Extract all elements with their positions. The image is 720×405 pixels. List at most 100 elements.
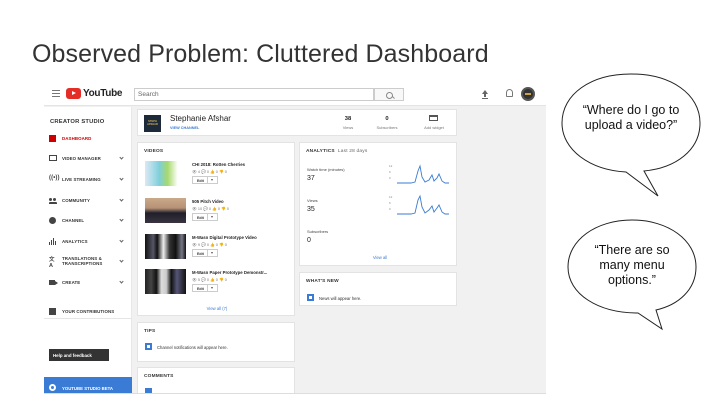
metric-value: 0 [307, 237, 311, 244]
tips-header: TIPS [144, 329, 156, 334]
video-thumbnail[interactable] [145, 198, 186, 223]
sidebar-item-live-streaming[interactable]: ((•)) LIVE STREAMING [44, 173, 132, 187]
video-title[interactable]: 505 Pitch Video [192, 199, 224, 204]
sidebar-item-label: ANALYTICS [62, 239, 88, 244]
chevron-down-icon[interactable] [119, 238, 124, 243]
sidebar-item-label: VIDEO MANAGER [62, 156, 101, 161]
sidebar-item-label: LIVE STREAMING [62, 177, 101, 182]
upload-icon[interactable] [482, 90, 488, 99]
whats-new-card: WHAT'S NEW News will appear here. [299, 272, 457, 306]
sidebar-item-community[interactable]: COMMUNITY [44, 194, 132, 208]
dropdown-arrow-icon[interactable] [211, 287, 213, 289]
add-widget-label[interactable]: Add widget [419, 125, 449, 130]
chevron-down-icon[interactable] [119, 217, 124, 222]
comments-header: COMMENTS [144, 374, 174, 379]
views-metric[interactable]: Views 35 12 6 0 [307, 194, 452, 224]
tips-note-text: Channel notifications will appear here. [157, 344, 228, 350]
video-thumbnail[interactable] [145, 234, 186, 259]
channel-name: Stephanie Afshar [170, 114, 231, 123]
video-stats: 👁 4 💬 0 👍 0 👎 0 [192, 170, 227, 174]
views-sparkline [397, 194, 449, 215]
analytics-period: Last 28 days [337, 149, 368, 154]
add-widget-icon[interactable] [429, 115, 438, 121]
sidebar-item-your-contributions[interactable]: YOUR CONTRIBUTIONS [44, 305, 132, 319]
sidebar-item-label: YOUR CONTRIBUTIONS [62, 309, 115, 314]
edit-button[interactable]: Edit [192, 284, 218, 292]
channel-thumbnail[interactable]: STEPH AFSHAR [144, 115, 161, 132]
sidebar-item-translations[interactable]: 文A TRANSLATIONS & TRANSCRIPTIONS [44, 253, 132, 271]
analytics-view-all-link[interactable]: View all [350, 255, 410, 260]
top-bar: YouTube Search [44, 84, 546, 106]
video-thumbnail[interactable] [145, 269, 186, 294]
metric-value: 37 [307, 175, 315, 182]
account-avatar[interactable] [521, 87, 535, 101]
view-channel-link[interactable]: VIEW CHANNEL [170, 126, 199, 130]
subscribers-label: Subscribers [376, 125, 398, 130]
metric-label: Views [307, 198, 318, 203]
video-item[interactable]: M-Wasn Digital Prototype Video 👁 9 💬 0 👍… [145, 234, 295, 262]
sidebar-item-channel[interactable]: CHANNEL [44, 214, 132, 228]
search-button[interactable] [374, 88, 404, 101]
notifications-bell-icon[interactable] [506, 89, 513, 97]
hamburger-menu-icon[interactable] [52, 90, 60, 97]
sidebar-item-label: CHANNEL [62, 218, 85, 223]
metric-label: Subscribers [307, 229, 329, 234]
channel-card: STEPH AFSHAR Stephanie Afshar VIEW CHANN… [137, 109, 457, 136]
sidebar-item-video-manager[interactable]: VIDEO MANAGER [44, 152, 132, 166]
chevron-down-icon[interactable] [119, 258, 124, 263]
video-stats: 👁 9 💬 0 👍 0 👎 0 [192, 243, 227, 247]
slide-title: Observed Problem: Cluttered Dashboard [32, 40, 489, 68]
edit-label: Edit [197, 178, 204, 183]
whats-new-note-text: News will appear here. [319, 295, 362, 301]
comment-icon [145, 388, 152, 393]
edit-button[interactable]: Edit [192, 213, 218, 221]
video-thumbnail[interactable] [145, 161, 186, 186]
edit-label: Edit [197, 215, 204, 220]
watch-time-metric[interactable]: Watch time (minutes) 37 12 6 0 [307, 164, 452, 193]
subscribers-metric[interactable]: Subscribers 0 [307, 229, 452, 255]
youtube-studio-beta-button[interactable]: YOUTUBE STUDIO BETA [44, 377, 132, 393]
dropdown-arrow-icon[interactable] [211, 179, 213, 181]
dashboard-icon [49, 135, 56, 142]
edit-button[interactable]: Edit [192, 176, 218, 184]
sidebar-item-label: COMMUNITY [62, 198, 90, 203]
video-item[interactable]: 505 Pitch Video 👁 10 💬 0 👍 0 👎 0 Edit [145, 198, 295, 226]
videos-card: VIDEOS CHI 2018: Rotten Cherries 👁 4 💬 0… [137, 142, 295, 316]
sidebar-item-label: CREATE [62, 280, 81, 285]
search-input[interactable]: Search [134, 88, 374, 101]
dropdown-arrow-icon[interactable] [211, 216, 213, 218]
sidebar-item-analytics[interactable]: ANALYTICS [44, 235, 132, 249]
video-title[interactable]: M-Wasn Paper Prototype Demonstr... [192, 270, 267, 275]
youtube-logo-icon[interactable] [66, 88, 81, 99]
youtube-studio-screenshot: YouTube Search CREATOR STUDIO DASHBOARD … [44, 84, 546, 394]
subscribers-stat: 0 Subscribers [372, 116, 402, 130]
speech-bubble-upload: “Where do I go to upload a video?” [556, 70, 706, 200]
subscribers-count: 0 [385, 116, 389, 122]
video-title[interactable]: CHI 2018: Rotten Cherries [192, 162, 245, 167]
edit-button[interactable]: Edit [192, 249, 218, 257]
video-item[interactable]: M-Wasn Paper Prototype Demonstr... 👁 5 💬… [145, 269, 295, 297]
metric-label: Watch time (minutes) [307, 167, 345, 172]
sidebar-item-create[interactable]: CREATE [44, 276, 132, 290]
comments-card: COMMENTS [137, 367, 295, 393]
sidebar-item-dashboard[interactable]: DASHBOARD [44, 132, 132, 146]
help-feedback-button[interactable]: Help and feedback [49, 349, 109, 361]
chevron-down-icon[interactable] [119, 197, 124, 202]
video-item[interactable]: CHI 2018: Rotten Cherries 👁 4 💬 0 👍 0 👎 … [145, 161, 295, 189]
analytics-title: ANALYTICS [306, 149, 335, 154]
video-title[interactable]: M-Wasn Digital Prototype Video [192, 235, 257, 240]
speech-bubble-menu-text: “There are so many menu options.” [594, 243, 670, 287]
chevron-down-icon[interactable] [119, 155, 124, 160]
video-stats: 👁 10 💬 0 👍 0 👎 0 [192, 207, 229, 211]
chevron-down-icon[interactable] [119, 176, 124, 181]
channel-icon [49, 217, 56, 224]
youtube-logo-text[interactable]: YouTube [83, 88, 123, 99]
news-icon [307, 294, 314, 301]
views-count: 38 [344, 116, 352, 122]
edit-label: Edit [197, 251, 204, 256]
community-icon [49, 197, 57, 204]
videos-view-all-link[interactable]: View all (7) [187, 306, 247, 311]
whats-new-note: News will appear here. [307, 294, 457, 302]
dropdown-arrow-icon[interactable] [211, 252, 213, 254]
chevron-down-icon[interactable] [119, 279, 124, 284]
